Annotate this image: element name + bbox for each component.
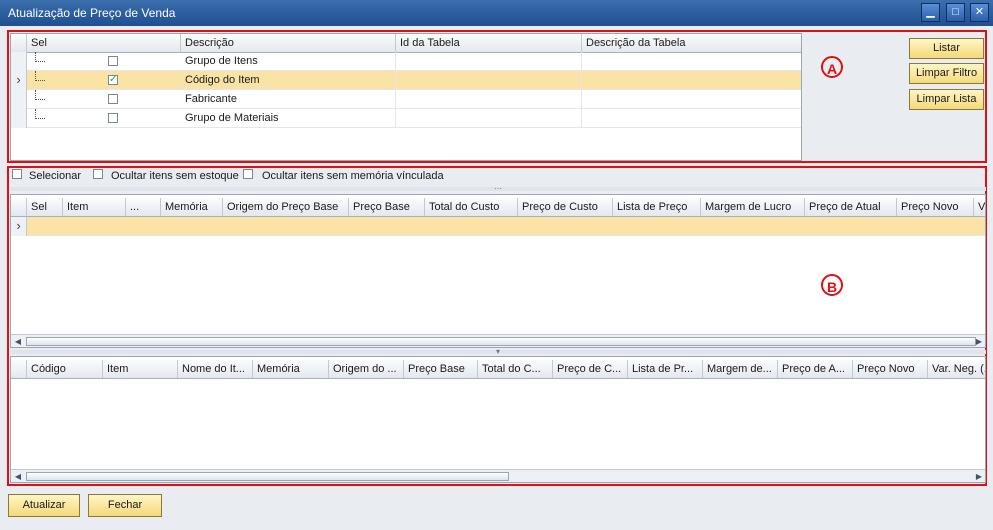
col-var[interactable]: Va xyxy=(974,198,985,216)
limpar-lista-button[interactable]: Limpar Lista xyxy=(909,89,984,110)
triangle-left-icon[interactable]: ◀ xyxy=(12,471,24,482)
col-ellipsis[interactable]: ... xyxy=(126,198,161,216)
col-sel[interactable]: Sel xyxy=(27,34,181,52)
col-descricao-tabela[interactable]: Descrição da Tabela xyxy=(582,34,801,52)
triangle-right-icon[interactable]: ▶ xyxy=(973,471,985,482)
items-grid[interactable]: Sel Item ... Memória Origem do Preço Bas… xyxy=(10,194,986,348)
top-splitter[interactable]: ⋯ xyxy=(10,184,986,193)
col-preco-atual[interactable]: Preço de A... xyxy=(778,360,853,378)
col-preco-novo[interactable]: Preço Novo xyxy=(853,360,928,378)
detail-hscrollbar[interactable]: ◀ ▶ xyxy=(11,469,985,482)
col-descricao[interactable]: Descrição xyxy=(181,34,396,52)
tree-line xyxy=(35,52,45,62)
row-checkbox-checked[interactable]: ✓ xyxy=(108,75,118,85)
filter-row[interactable]: Grupo de Itens xyxy=(11,52,801,71)
col-codigo[interactable]: Código xyxy=(27,360,103,378)
col-lista-preco[interactable]: Lista de Pr... xyxy=(628,360,703,378)
row-header-corner xyxy=(11,360,27,378)
row-pointer[interactable]: › xyxy=(11,217,27,236)
checkmark-icon: ✓ xyxy=(109,74,118,85)
row-header-corner xyxy=(11,34,27,52)
grip-dots-icon: ⋯ xyxy=(494,184,502,193)
annotation-b: B xyxy=(821,274,843,296)
descricao-tabela-cell xyxy=(582,52,801,71)
col-margem-lucro[interactable]: Margem de Lucro xyxy=(701,198,805,216)
row-checkbox[interactable] xyxy=(108,94,118,104)
minimize-button[interactable]: ▁ xyxy=(921,3,940,22)
close-button[interactable]: ✕ xyxy=(970,3,989,22)
row-header-corner xyxy=(11,198,27,216)
listar-button[interactable]: Listar xyxy=(909,38,984,59)
scroll-thumb[interactable] xyxy=(26,337,976,346)
id-tabela-cell xyxy=(396,90,582,109)
descricao-cell: Código do Item xyxy=(181,71,396,90)
tree-line xyxy=(35,90,45,100)
fechar-button[interactable]: Fechar xyxy=(88,494,162,517)
col-origem-preco-base[interactable]: Origem do Preço Base xyxy=(223,198,349,216)
col-memoria[interactable]: Memória xyxy=(253,360,329,378)
col-preco-custo[interactable]: Preço de Custo xyxy=(518,198,613,216)
row-header[interactable] xyxy=(11,109,27,128)
items-grid-header: Sel Item ... Memória Origem do Preço Bas… xyxy=(11,198,985,217)
maximize-button[interactable]: □ xyxy=(946,3,965,22)
col-sel[interactable]: Sel xyxy=(27,198,63,216)
filter-row[interactable]: Fabricante xyxy=(11,90,801,109)
col-memoria[interactable]: Memória xyxy=(161,198,223,216)
annotation-a: A xyxy=(821,56,843,78)
id-tabela-cell xyxy=(396,109,582,128)
col-id-tabela[interactable]: Id da Tabela xyxy=(396,34,582,52)
chevron-right-icon: › xyxy=(16,72,21,87)
id-tabela-cell xyxy=(396,71,582,90)
col-preco-custo[interactable]: Preço de C... xyxy=(553,360,628,378)
window-title: Atualização de Preço de Venda xyxy=(8,6,176,20)
col-item[interactable]: Item xyxy=(103,360,178,378)
col-origem[interactable]: Origem do ... xyxy=(329,360,404,378)
col-var-neg[interactable]: Var. Neg. (... xyxy=(928,360,985,378)
minimize-icon: ▁ xyxy=(926,6,935,18)
items-row-selected[interactable]: › xyxy=(11,217,985,236)
filter-grid-header: Sel Descrição Id da Tabela Descrição da … xyxy=(11,34,801,53)
tree-line xyxy=(35,109,45,119)
title-bar: Atualização de Preço de Venda ▁ □ ✕ xyxy=(0,0,993,26)
row-pointer[interactable]: › xyxy=(11,71,27,90)
col-preco-base[interactable]: Preço Base xyxy=(349,198,425,216)
detail-grid[interactable]: Código Item Nome do It... Memória Origem… xyxy=(10,356,986,483)
descricao-cell: Grupo de Materiais xyxy=(181,109,396,128)
col-item[interactable]: Item xyxy=(63,198,126,216)
descricao-tabela-cell xyxy=(582,71,801,90)
maximize-icon: □ xyxy=(952,6,959,18)
scroll-thumb[interactable] xyxy=(26,472,509,481)
close-icon: ✕ xyxy=(974,6,985,18)
col-margem[interactable]: Margem de... xyxy=(703,360,778,378)
descricao-tabela-cell xyxy=(582,109,801,128)
descricao-tabela-cell xyxy=(582,90,801,109)
col-preco-atual[interactable]: Preço de Atual xyxy=(805,198,897,216)
detail-grid-header: Código Item Nome do It... Memória Origem… xyxy=(11,360,985,379)
col-lista-preco[interactable]: Lista de Preço xyxy=(613,198,701,216)
id-tabela-cell xyxy=(396,52,582,71)
atualizar-button[interactable]: Atualizar xyxy=(8,494,80,517)
triangle-left-icon[interactable]: ◀ xyxy=(12,336,24,347)
triangle-right-icon[interactable]: ▶ xyxy=(973,336,985,347)
col-nome-item[interactable]: Nome do It... xyxy=(178,360,253,378)
filter-row[interactable]: Grupo de Materiais xyxy=(11,109,801,128)
col-preco-base[interactable]: Preço Base xyxy=(404,360,478,378)
items-hscrollbar[interactable]: ◀ ▶ xyxy=(11,334,985,347)
row-header[interactable] xyxy=(11,52,27,71)
middle-splitter[interactable]: ▾ xyxy=(10,347,986,356)
limpar-filtro-button[interactable]: Limpar Filtro xyxy=(909,63,984,84)
chevron-right-icon: › xyxy=(16,218,21,233)
tree-line xyxy=(35,71,45,81)
descricao-cell: Fabricante xyxy=(181,90,396,109)
filter-row-selected[interactable]: › ✓ Código do Item xyxy=(11,71,801,90)
descricao-cell: Grupo de Itens xyxy=(181,52,396,71)
grip-arrow-icon: ▾ xyxy=(495,347,500,356)
col-preco-novo[interactable]: Preço Novo xyxy=(897,198,974,216)
col-total-custo[interactable]: Total do Custo xyxy=(425,198,518,216)
row-header[interactable] xyxy=(11,90,27,109)
filter-grid[interactable]: Sel Descrição Id da Tabela Descrição da … xyxy=(10,33,802,161)
col-total-custo[interactable]: Total do C... xyxy=(478,360,553,378)
row-checkbox[interactable] xyxy=(108,113,118,123)
row-checkbox[interactable] xyxy=(108,56,118,66)
